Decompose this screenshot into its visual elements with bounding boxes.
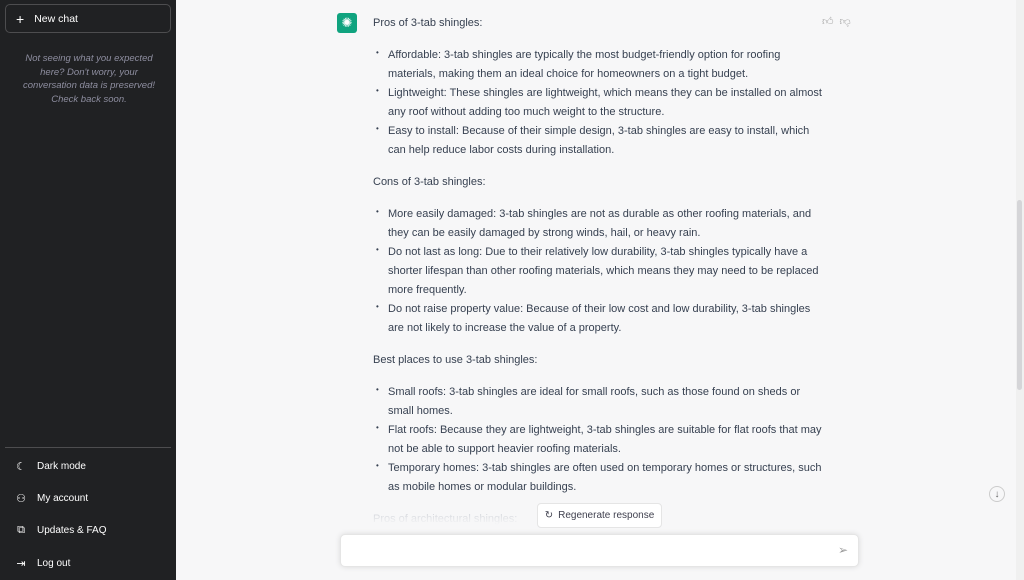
moon-icon: ☾ [16, 460, 26, 473]
message-input[interactable] [341, 535, 821, 566]
new-chat-label: New chat [34, 12, 78, 25]
list-item: Temporary homes: 3-tab shingles are ofte… [373, 456, 823, 497]
list-item: Do not raise property value: Because of … [373, 297, 823, 338]
user-icon: ⚇ [16, 492, 26, 505]
section-heading: Cons of 3-tab shingles: [373, 176, 486, 188]
regenerate-response-button[interactable]: ↻ Regenerate response [537, 503, 662, 528]
external-link-icon: ⧉ [17, 523, 25, 536]
list-item: Do not last as long: Due to their relati… [373, 240, 823, 300]
regenerate-label: Regenerate response [558, 510, 655, 521]
list-item: Lightweight: These shingles are lightwei… [373, 81, 823, 122]
menu-label: Updates & FAQ [37, 524, 107, 536]
my-account-button[interactable]: ⚇ My account [5, 484, 171, 512]
divider [5, 447, 171, 448]
menu-label: Log out [37, 557, 71, 569]
thumbs-up-icon[interactable]: 👍︎ [822, 15, 834, 28]
sidebar-note: Not seeing what you expected here? Don't… [22, 53, 156, 105]
sidebar: + New chat Not seeing what you expected h… [0, 0, 176, 580]
bullet-list: Small roofs: 3-tab shingles are ideal fo… [373, 380, 823, 497]
assistant-message: Pros of 3-tab shingles: Affordable: 3-tab… [373, 14, 823, 542]
logout-icon: ⇥ [16, 557, 26, 570]
list-item: More easily damaged: 3-tab shingles are … [373, 202, 823, 243]
assistant-avatar-icon: ✺ [337, 13, 357, 33]
list-item: Affordable: 3-tab shingles are typically… [373, 43, 823, 84]
plus-icon: + [16, 10, 25, 27]
section-heading: Best places to use 3-tab shingles: [373, 354, 538, 366]
send-icon[interactable]: ➢ [838, 543, 848, 557]
scroll-down-button[interactable]: ↓ [989, 486, 1005, 502]
list-item: Flat roofs: Because they are lightweight… [373, 418, 823, 459]
menu-label: My account [37, 492, 89, 504]
updates-faq-link[interactable]: ⧉ Updates & FAQ [5, 516, 171, 544]
list-item: Easy to install: Because of their simple… [373, 119, 823, 160]
scrollbar-thumb[interactable] [1017, 200, 1022, 390]
new-chat-button[interactable]: + New chat [5, 4, 171, 33]
refresh-icon: ↻ [544, 510, 554, 521]
log-out-button[interactable]: ⇥ Log out [5, 549, 171, 577]
section-heading: Pros of 3-tab shingles: [373, 17, 483, 29]
menu-label: Dark mode [37, 460, 86, 472]
bullet-list: Affordable: 3-tab shingles are typically… [373, 43, 823, 160]
message-input-box: ➢ [340, 534, 859, 567]
dark-mode-button[interactable]: ☾ Dark mode [5, 452, 171, 480]
list-item: Small roofs: 3-tab shingles are ideal fo… [373, 380, 823, 421]
thumbs-down-icon[interactable]: 👎︎ [840, 15, 851, 28]
bullet-list: More easily damaged: 3-tab shingles are … [373, 202, 823, 338]
